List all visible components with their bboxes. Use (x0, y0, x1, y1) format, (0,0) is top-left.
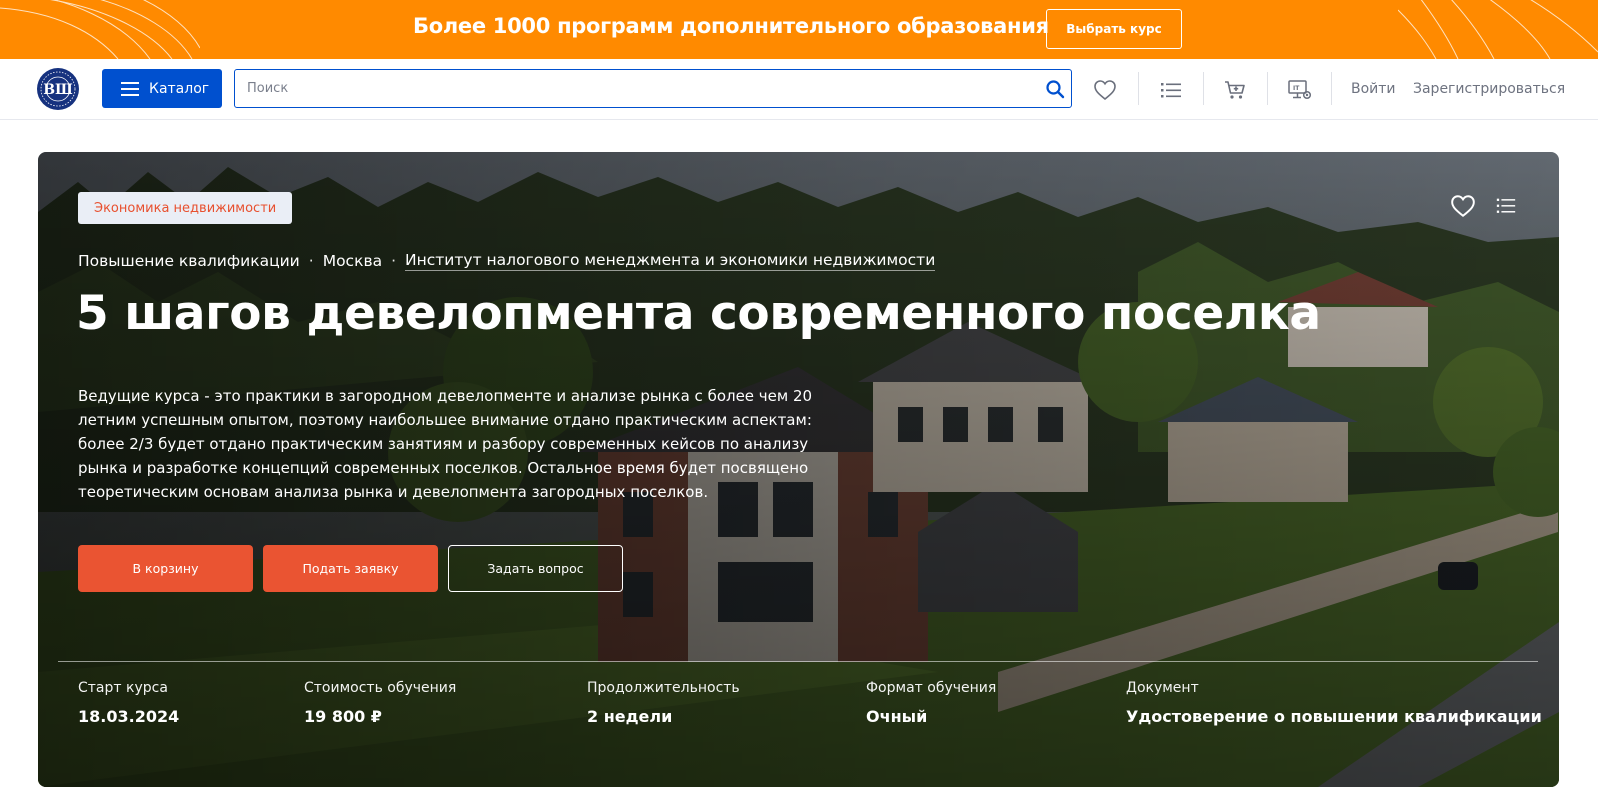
login-link[interactable]: Войти (1351, 81, 1396, 97)
fact-format: Формат обучения Очный (866, 680, 996, 726)
fact-document: Документ Удостоверение о повышении квали… (1126, 680, 1542, 726)
list-icon[interactable] (1495, 195, 1517, 217)
search-icon[interactable] (1045, 79, 1065, 99)
apply-button[interactable]: Подать заявку (263, 545, 438, 592)
promo-banner: Более 1000 программ дополнительного обра… (0, 0, 1598, 59)
fact-label: Старт курса (78, 680, 168, 696)
hse-logo-icon[interactable]: ВШ (37, 68, 79, 110)
choose-course-button[interactable]: Выбрать курс (1046, 9, 1182, 49)
header-divider (1267, 72, 1268, 105)
search-box (234, 69, 1072, 108)
decorative-arcs (1398, 0, 1598, 59)
breadcrumb: Повышение квалификации · Москва · Инстит… (78, 251, 936, 271)
fact-label: Документ (1126, 680, 1199, 696)
fact-value: 18.03.2024 (78, 707, 180, 726)
cart-icon[interactable] (1223, 78, 1247, 102)
header-divider (1138, 72, 1139, 105)
add-to-cart-button[interactable]: В корзину (78, 545, 253, 592)
fact-value: 19 800 ₽ (304, 707, 382, 726)
it-computer-icon[interactable]: IT (1287, 78, 1313, 102)
breadcrumb-institute-link[interactable]: Институт налогового менеджмента и эконом… (405, 251, 936, 271)
course-description: Ведущие курса - это практики в загородно… (78, 387, 813, 501)
breadcrumb-separator: · (308, 252, 314, 270)
catalog-button[interactable]: Каталог (102, 69, 222, 108)
ask-question-button[interactable]: Задать вопрос (448, 545, 623, 592)
fact-duration: Продолжительность 2 недели (587, 680, 740, 726)
decorative-arcs (0, 0, 200, 59)
fact-value: Удостоверение о повышении квалификации (1126, 707, 1542, 726)
breadcrumb-city: Москва (322, 252, 383, 270)
fact-label: Стоимость обучения (304, 680, 457, 696)
category-tag[interactable]: Экономика недвижимости (78, 192, 293, 224)
site-header: ВШ Каталог Поиск IT Войти Зарегистрирова… (0, 59, 1598, 120)
fact-price: Стоимость обучения 19 800 ₽ (304, 680, 456, 726)
header-divider (1331, 72, 1332, 105)
facts-divider (58, 661, 1538, 662)
breadcrumb-program-type: Повышение квалификации (78, 252, 300, 270)
heart-icon[interactable] (1450, 193, 1476, 219)
header-divider (1203, 72, 1204, 105)
fact-label: Продолжительность (587, 680, 740, 696)
promo-text: Более 1000 программ дополнительного обра… (413, 14, 1049, 38)
fact-value: Очный (866, 707, 928, 726)
fact-value: 2 недели (587, 707, 673, 726)
breadcrumb-separator: · (391, 252, 397, 270)
menu-icon (121, 81, 139, 96)
register-link[interactable]: Зарегистрироваться (1413, 81, 1565, 97)
fact-label: Формат обучения (866, 680, 997, 696)
list-icon[interactable] (1159, 78, 1183, 102)
svg-text:IT: IT (1293, 85, 1300, 92)
course-hero: Экономика недвижимости Повышение квалифи… (38, 152, 1559, 787)
course-title: 5 шагов девелопмента современного поселк… (76, 286, 1321, 341)
svg-text:ВШ: ВШ (43, 82, 73, 98)
search-input[interactable] (247, 70, 1027, 106)
fact-start-date: Старт курса 18.03.2024 (78, 680, 179, 726)
heart-icon[interactable] (1093, 78, 1117, 102)
catalog-label: Каталог (149, 80, 210, 97)
